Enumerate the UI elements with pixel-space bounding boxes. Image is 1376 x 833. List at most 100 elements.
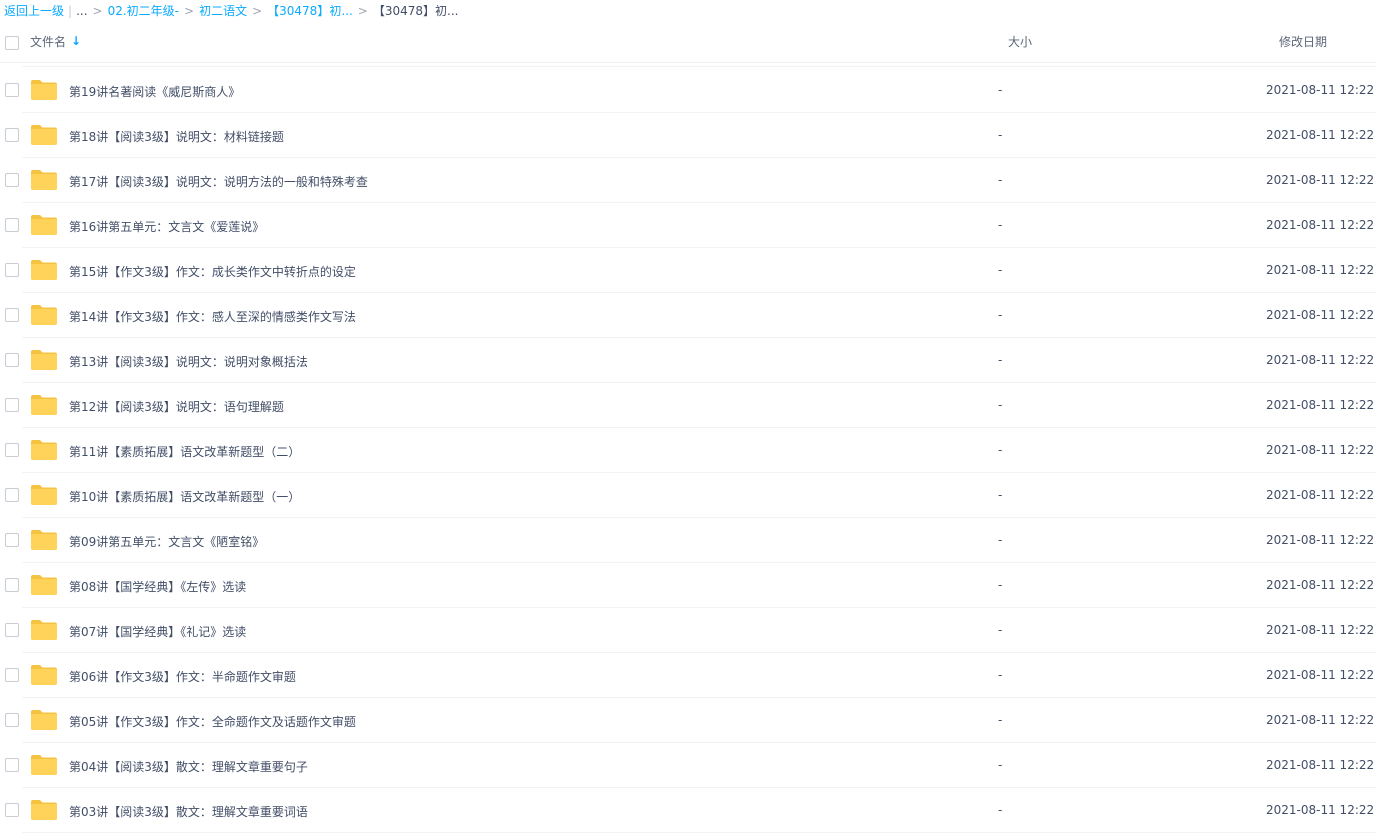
breadcrumb-item-grade[interactable]: 02.初二年级- xyxy=(108,4,179,18)
sort-down-arrow-icon[interactable]: ↓ xyxy=(71,34,81,48)
table-row[interactable]: 第09讲第五单元：文言文《陋室铭》 - 2021-08-11 12:22 xyxy=(0,518,1376,563)
breadcrumb-arrow: > xyxy=(357,4,368,18)
file-modified-date: 2021-08-11 12:22 xyxy=(1266,713,1375,727)
row-checkbox[interactable] xyxy=(5,668,19,682)
file-size: - xyxy=(998,218,1003,232)
folder-icon[interactable] xyxy=(30,394,58,416)
folder-icon[interactable] xyxy=(30,169,58,191)
file-name[interactable]: 第03讲【阅读3级】散文：理解文章重要词语 xyxy=(69,803,308,820)
file-size: - xyxy=(998,443,1003,457)
table-row[interactable]: 第16讲第五单元：文言文《爱莲说》 - 2021-08-11 12:22 xyxy=(0,203,1376,248)
row-checkbox[interactable] xyxy=(5,623,19,637)
table-row[interactable]: 第06讲【作文3级】作文：半命题作文审题 - 2021-08-11 12:22 xyxy=(0,653,1376,698)
file-modified-date: 2021-08-11 12:22 xyxy=(1266,623,1375,637)
file-name[interactable]: 第19讲名著阅读《威尼斯商人》 xyxy=(69,83,240,100)
file-list-header: 文件名 ↓ 大小 修改日期 xyxy=(0,22,1376,63)
folder-icon[interactable] xyxy=(30,484,58,506)
file-modified-date: 2021-08-11 12:22 xyxy=(1266,353,1375,367)
row-checkbox[interactable] xyxy=(5,263,19,277)
file-modified-date: 2021-08-11 12:22 xyxy=(1266,488,1375,502)
file-modified-date: 2021-08-11 12:22 xyxy=(1266,83,1375,97)
file-size: - xyxy=(998,533,1003,547)
folder-icon[interactable] xyxy=(30,79,58,101)
breadcrumb-arrow: > xyxy=(184,4,195,18)
table-row[interactable]: 第08讲【国学经典】《左传》选读 - 2021-08-11 12:22 xyxy=(0,563,1376,608)
breadcrumb-ellipsis[interactable]: ... xyxy=(76,4,87,18)
table-row[interactable]: 第03讲【阅读3级】散文：理解文章重要词语 - 2021-08-11 12:22 xyxy=(0,788,1376,833)
row-checkbox[interactable] xyxy=(5,803,19,817)
row-checkbox[interactable] xyxy=(5,218,19,232)
row-checkbox[interactable] xyxy=(5,308,19,322)
folder-icon[interactable] xyxy=(30,709,58,731)
folder-icon[interactable] xyxy=(30,619,58,641)
file-name[interactable]: 第12讲【阅读3级】说明文：语句理解题 xyxy=(69,398,284,415)
table-row[interactable]: 第15讲【作文3级】作文：成长类作文中转折点的设定 - 2021-08-11 12:… xyxy=(0,248,1376,293)
row-checkbox[interactable] xyxy=(5,713,19,727)
column-header-date[interactable]: 修改日期 xyxy=(1279,33,1327,50)
row-checkbox[interactable] xyxy=(5,443,19,457)
folder-icon[interactable] xyxy=(30,304,58,326)
file-name[interactable]: 第18讲【阅读3级】说明文：材料链接题 xyxy=(69,128,284,145)
table-row[interactable]: 第13讲【阅读3级】说明文：说明对象概括法 - 2021-08-11 12:22 xyxy=(0,338,1376,383)
folder-icon[interactable] xyxy=(30,124,58,146)
back-link[interactable]: 返回上一级 xyxy=(4,4,64,18)
file-name[interactable]: 第13讲【阅读3级】说明文：说明对象概括法 xyxy=(69,353,308,370)
table-row[interactable]: 第10讲【素质拓展】语文改革新题型（一） - 2021-08-11 12:22 xyxy=(0,473,1376,518)
table-row[interactable]: 第18讲【阅读3级】说明文：材料链接题 - 2021-08-11 12:22 xyxy=(0,113,1376,158)
file-size: - xyxy=(998,668,1003,682)
breadcrumb-separator: | xyxy=(68,4,73,18)
folder-icon[interactable] xyxy=(30,439,58,461)
breadcrumb-item-course[interactable]: 【30478】初... xyxy=(267,4,353,18)
row-checkbox[interactable] xyxy=(5,353,19,367)
table-row[interactable]: 第07讲【国学经典】《礼记》选读 - 2021-08-11 12:22 xyxy=(0,608,1376,653)
file-size: - xyxy=(998,353,1003,367)
table-row[interactable]: 第04讲【阅读3级】散文：理解文章重要句子 - 2021-08-11 12:22 xyxy=(0,743,1376,788)
breadcrumb-item-subject[interactable]: 初二语文 xyxy=(199,4,247,18)
file-list: 第19讲名著阅读《威尼斯商人》 -2021-08-11 12:22 第18讲【阅读3… xyxy=(0,68,1376,833)
file-name[interactable]: 第09讲第五单元：文言文《陋室铭》 xyxy=(69,533,264,550)
folder-icon[interactable] xyxy=(30,664,58,686)
table-row[interactable]: 第05讲【作文3级】作文：全命题作文及话题作文审题 - 2021-08-11 12:… xyxy=(0,698,1376,743)
row-checkbox[interactable] xyxy=(5,758,19,772)
row-checkbox[interactable] xyxy=(5,173,19,187)
table-row[interactable]: 第19讲名著阅读《威尼斯商人》 - 2021-08-11 12:22 xyxy=(0,68,1376,113)
column-header-size[interactable]: 大小 xyxy=(1008,33,1032,50)
folder-icon[interactable] xyxy=(30,259,58,281)
table-row[interactable]: 第12讲【阅读3级】说明文：语句理解题 - 2021-08-11 12:22 xyxy=(0,383,1376,428)
folder-icon[interactable] xyxy=(30,799,58,821)
file-modified-date: 2021-08-11 12:22 xyxy=(1266,173,1375,187)
file-modified-date: 2021-08-11 12:22 xyxy=(1266,128,1375,142)
table-row[interactable]: 第11讲【素质拓展】语文改革新题型（二） - 2021-08-11 12:22 xyxy=(0,428,1376,473)
folder-icon[interactable] xyxy=(30,349,58,371)
row-checkbox[interactable] xyxy=(5,128,19,142)
row-checkbox[interactable] xyxy=(5,398,19,412)
file-name[interactable]: 第10讲【素质拓展】语文改革新题型（一） xyxy=(69,488,300,505)
file-name[interactable]: 第05讲【作文3级】作文：全命题作文及话题作文审题 xyxy=(69,713,356,730)
row-checkbox[interactable] xyxy=(5,533,19,547)
column-header-name[interactable]: 文件名 xyxy=(30,33,66,50)
folder-icon[interactable] xyxy=(30,754,58,776)
file-name[interactable]: 第17讲【阅读3级】说明文：说明方法的一般和特殊考查 xyxy=(69,173,368,190)
file-name[interactable]: 第06讲【作文3级】作文：半命题作文审题 xyxy=(69,668,296,685)
file-name[interactable]: 第11讲【素质拓展】语文改革新题型（二） xyxy=(69,443,300,460)
file-name[interactable]: 第15讲【作文3级】作文：成长类作文中转折点的设定 xyxy=(69,263,356,280)
file-modified-date: 2021-08-11 12:22 xyxy=(1266,308,1375,322)
file-name[interactable]: 第04讲【阅读3级】散文：理解文章重要句子 xyxy=(69,758,308,775)
file-name[interactable]: 第14讲【作文3级】作文：感人至深的情感类作文写法 xyxy=(69,308,356,325)
file-modified-date: 2021-08-11 12:22 xyxy=(1266,218,1375,232)
table-row[interactable]: 第14讲【作文3级】作文：感人至深的情感类作文写法 - 2021-08-11 12:… xyxy=(0,293,1376,338)
select-all-checkbox[interactable] xyxy=(5,36,19,50)
file-name[interactable]: 第16讲第五单元：文言文《爱莲说》 xyxy=(69,218,264,235)
file-size: - xyxy=(998,263,1003,277)
file-modified-date: 2021-08-11 12:22 xyxy=(1266,578,1375,592)
folder-icon[interactable] xyxy=(30,529,58,551)
file-size: - xyxy=(998,623,1003,637)
folder-icon[interactable] xyxy=(30,214,58,236)
row-checkbox[interactable] xyxy=(5,83,19,97)
folder-icon[interactable] xyxy=(30,574,58,596)
row-checkbox[interactable] xyxy=(5,488,19,502)
file-name[interactable]: 第07讲【国学经典】《礼记》选读 xyxy=(69,623,246,640)
table-row[interactable]: 第17讲【阅读3级】说明文：说明方法的一般和特殊考查 - 2021-08-11 12… xyxy=(0,158,1376,203)
row-checkbox[interactable] xyxy=(5,578,19,592)
file-name[interactable]: 第08讲【国学经典】《左传》选读 xyxy=(69,578,246,595)
